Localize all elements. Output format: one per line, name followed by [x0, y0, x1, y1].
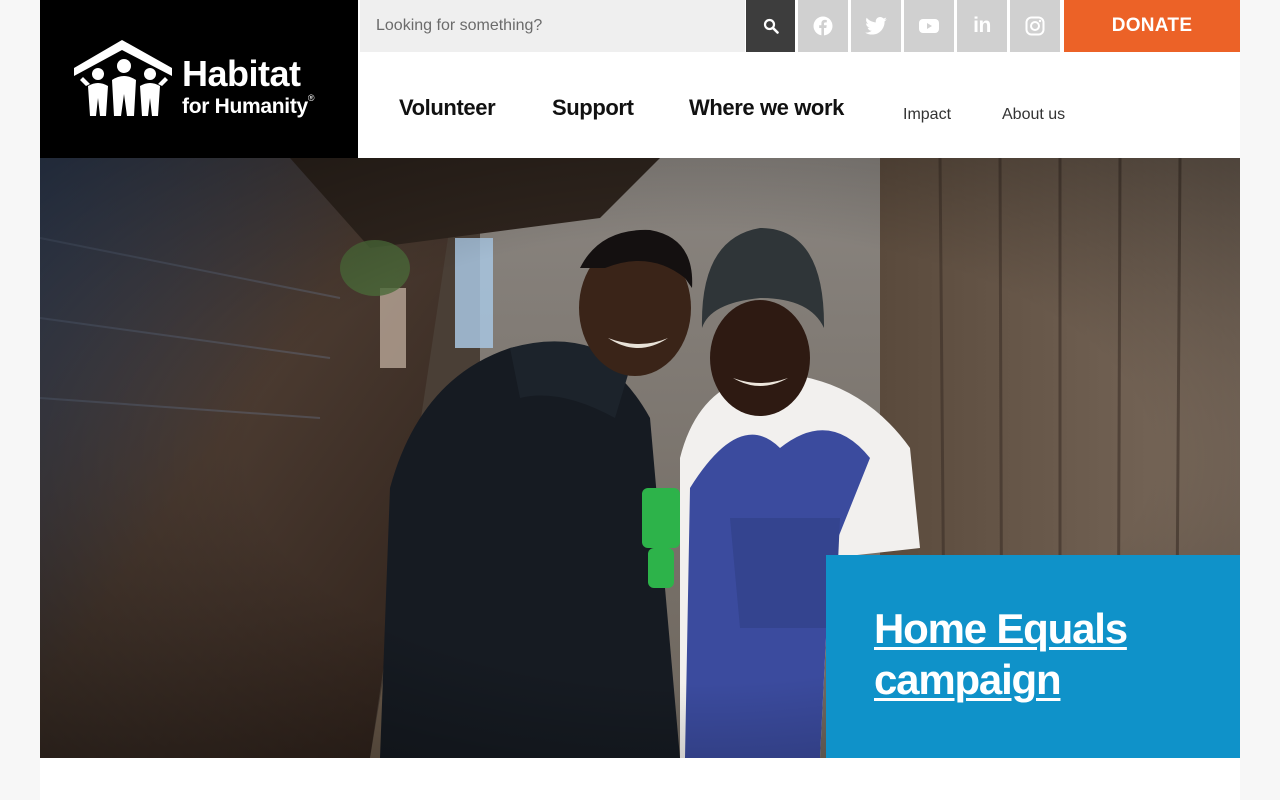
facebook-icon	[813, 16, 833, 36]
logo-line-2-text: for Humanity	[182, 95, 308, 118]
search-box	[360, 0, 745, 52]
page: Habitat for Humanity® in	[40, 0, 1240, 800]
nav-where-we-work[interactable]: Where we work	[689, 95, 844, 121]
search-button[interactable]	[746, 0, 795, 52]
logo-line-2: for Humanity®	[182, 93, 315, 118]
instagram-link[interactable]	[1010, 0, 1060, 52]
search-input[interactable]	[360, 0, 745, 52]
hero-banner: Home Equals campaign	[40, 158, 1240, 758]
campaign-callout: Home Equals campaign	[826, 555, 1240, 758]
facebook-link[interactable]	[798, 0, 848, 52]
logo-wordmark: Habitat for Humanity®	[182, 53, 315, 118]
search-icon	[763, 18, 779, 34]
donate-button[interactable]: DONATE	[1064, 0, 1240, 52]
instagram-icon	[1025, 16, 1045, 36]
nav-impact[interactable]: Impact	[903, 106, 951, 124]
registered-mark: ®	[307, 93, 315, 103]
nav-support[interactable]: Support	[552, 95, 634, 121]
habitat-logo[interactable]: Habitat for Humanity®	[40, 0, 358, 158]
youtube-icon	[919, 19, 939, 33]
youtube-link[interactable]	[904, 0, 954, 52]
linkedin-icon: in	[973, 14, 991, 37]
linkedin-link[interactable]: in	[957, 0, 1007, 52]
twitter-link[interactable]	[851, 0, 901, 52]
twitter-icon	[865, 17, 887, 35]
habitat-house-people-icon	[74, 40, 172, 116]
home-equals-campaign-link[interactable]: Home Equals campaign	[874, 603, 1214, 705]
logo-line-1: Habitat	[182, 53, 301, 94]
nav-about-us[interactable]: About us	[1002, 106, 1065, 124]
nav-volunteer[interactable]: Volunteer	[399, 95, 496, 121]
